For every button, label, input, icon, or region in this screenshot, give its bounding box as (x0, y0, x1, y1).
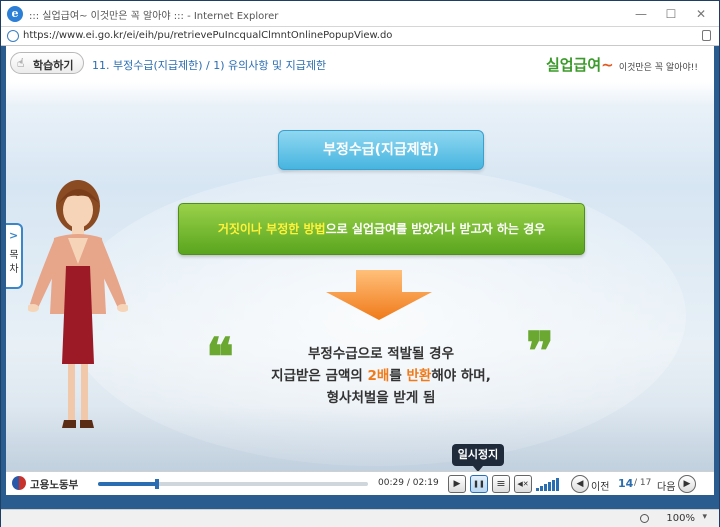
play-button[interactable]: ▶ (448, 475, 466, 493)
current-page: 14 (618, 477, 634, 490)
status-bar: 100% ▾ (1, 509, 719, 527)
title-bar: e ::: 실업급여~ 이것만은 꼭 알아야 ::: - Internet Ex… (1, 1, 719, 27)
pause-button[interactable]: ❚❚ (470, 475, 488, 493)
slide-title: 부정수급(지급제한) (278, 130, 484, 170)
message-line-2-post: 해야 하며, (431, 368, 491, 384)
browser-window: e ::: 실업급여~ 이것만은 꼭 알아야 ::: - Internet Ex… (0, 0, 720, 527)
next-page-button[interactable]: ▶ (678, 475, 696, 493)
message-line-3: 형사처벌을 받게 됨 (326, 390, 436, 406)
condition-box: 거짓이나 부정한 방법으로 실업급여를 받았거나 받고자 하는 경우 (178, 203, 585, 255)
learn-button-label: 학습하기 (33, 59, 74, 72)
progress-handle[interactable] (155, 479, 160, 489)
message-highlight-double: 2배 (367, 368, 390, 384)
message-line-1: 부정수급으로 적발될 경우 (307, 346, 455, 362)
close-button[interactable]: ✕ (687, 4, 715, 24)
learn-button[interactable]: ☝ 학습하기 (10, 52, 84, 74)
total-pages: / 17 (634, 478, 652, 488)
zoom-level[interactable]: 100% (666, 513, 695, 524)
current-time: 00:29 (378, 478, 404, 488)
penalty-message: 부정수급으로 적발될 경우 지급받은 금액의 2배를 반환해야 하며, 형사처벌… (236, 343, 526, 409)
message-line-2-pre: 지급받은 금액의 (271, 368, 368, 384)
close-quote-icon: ❞ (526, 321, 554, 382)
brand-logo: 실업급여~ 이것만은 꼭 알아야!! (546, 54, 698, 75)
progress-bar[interactable] (98, 479, 368, 489)
menu-button[interactable]: ≡ (492, 475, 510, 493)
time-display: 00:29 / 02:19 (378, 478, 439, 488)
progress-fill (98, 482, 158, 486)
brand-sub: 이것만은 꼭 알아야!! (618, 63, 698, 73)
prev-label[interactable]: 이전 (591, 478, 609, 493)
next-label[interactable]: 다음 (657, 478, 675, 493)
chevron-right-icon: > (9, 229, 19, 242)
toc-label-line1: 목 (9, 250, 19, 261)
down-arrow-icon (326, 270, 432, 320)
toc-label: 목 차 (8, 249, 20, 277)
zoom-dropdown-icon[interactable]: ▾ (702, 512, 707, 522)
window-title: ::: 실업급여~ 이것만은 꼭 알아야 ::: - Internet Expl… (29, 11, 279, 22)
condition-text: 으로 실업급여를 받았거나 받고자 하는 경우 (325, 222, 546, 236)
ministry-name: 고용노동부 (30, 479, 79, 491)
site-icon (7, 30, 19, 42)
volume-level[interactable] (536, 477, 562, 491)
address-bar[interactable]: https://www.ei.go.kr/ei/eih/pu/retrieveP… (1, 27, 719, 46)
prev-page-button[interactable]: ◀ (571, 475, 589, 493)
time-separator: / (406, 478, 410, 488)
message-line-2: 지급받은 금액의 2배를 반환해야 하며, (236, 365, 526, 387)
lesson-header: ☝ 학습하기 11. 부정수급(지급제한) / 1) 유의사항 및 지급제한 실… (6, 46, 714, 80)
mute-button[interactable]: ◀✕ (514, 475, 532, 493)
ministry-logo-icon (12, 476, 26, 490)
presenter-character (28, 180, 128, 428)
message-highlight-return: 반환 (406, 368, 432, 384)
minimize-button[interactable]: — (627, 4, 655, 24)
maximize-button[interactable]: ☐ (657, 4, 685, 24)
internet-explorer-icon: e (7, 6, 23, 22)
open-quote-icon: ❝ (206, 327, 234, 388)
condition-highlight-2: 부정한 방법 (266, 222, 326, 236)
brand-main: 실업급여 (545, 56, 602, 74)
total-time: 02:19 (412, 478, 439, 488)
message-line-2-mid: 를 (389, 368, 407, 384)
brand-tilde: ~ (601, 56, 614, 74)
pause-tooltip: 일시정지 (452, 444, 504, 472)
hand-pointer-icon: ☝ (17, 56, 25, 70)
table-of-contents-tab[interactable]: > 목 차 (6, 223, 23, 289)
breadcrumb: 11. 부정수급(지급제한) / 1) 유의사항 및 지급제한 (92, 59, 327, 72)
player-controls: 고용노동부 00:29 / 02:19 ▶ ❚❚ ≡ ◀✕ ◀ 이전 14 / … (6, 471, 714, 495)
url-text[interactable]: https://www.ei.go.kr/ei/eih/pu/retrieveP… (23, 30, 392, 41)
lock-icon[interactable] (702, 30, 711, 41)
lesson-stage: ☝ 학습하기 11. 부정수급(지급제한) / 1) 유의사항 및 지급제한 실… (6, 46, 714, 495)
toc-label-line2: 차 (9, 264, 19, 275)
condition-highlight-1: 거짓이나 (217, 222, 262, 236)
zoom-icon[interactable] (640, 514, 649, 523)
